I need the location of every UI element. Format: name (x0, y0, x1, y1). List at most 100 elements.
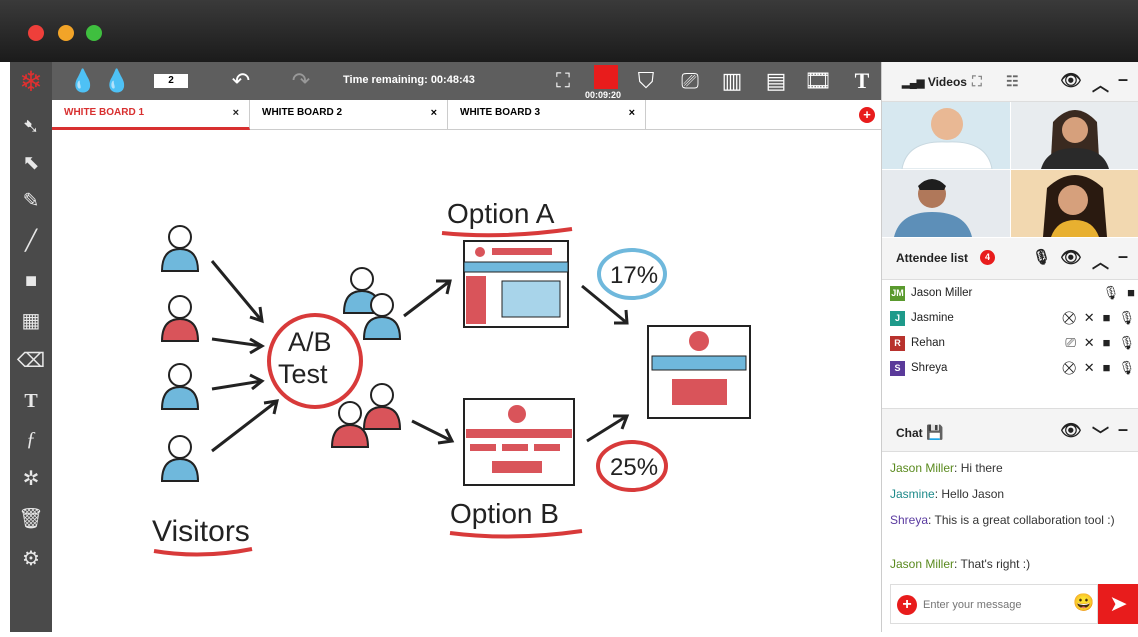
page-number-box[interactable]: 2 (154, 74, 188, 88)
table-tool-icon[interactable]: ▦ (16, 306, 46, 336)
microphone-icon[interactable]: 🎙 (1118, 335, 1135, 351)
pointer-arrow-icon[interactable]: ⬉ (16, 148, 46, 178)
visitors-label: Visitors (152, 515, 250, 548)
select-arrow-icon[interactable]: ➷ (16, 112, 46, 142)
camera-icon[interactable]: ■ (1127, 285, 1135, 301)
option-a-underline (441, 227, 573, 238)
camera-icon[interactable]: ■ (1103, 360, 1111, 376)
attendee-avatar: S (890, 360, 905, 376)
formula-tool-icon[interactable]: ƒ (16, 424, 46, 454)
attendee-avatar: J (890, 310, 905, 326)
tab-whiteboard-2[interactable]: WHITE BOARD 2 × (250, 100, 448, 130)
chat-input-box: + 😀 (890, 584, 1098, 624)
whiteboard-app: ❄ ➷ ⬉ ✎ ╱ ■ ▦ ⌫ T ƒ ✲ 🗑 ⚙ 💧 💧 2 ↶ ↷ Time… (10, 62, 1138, 632)
video-tile[interactable] (882, 170, 1010, 237)
trash-icon[interactable]: 🗑 (16, 504, 46, 534)
send-message-button[interactable]: ➤ (1098, 584, 1138, 624)
gear-icon[interactable]: ⚙ (16, 544, 46, 574)
whiteboard-canvas[interactable]: Visitors A/B Test Option A 17% 25% Optio… (52, 131, 881, 632)
eye-icon[interactable]: 👁 (1060, 248, 1082, 268)
mute-all-icon[interactable]: 🎙 (1032, 248, 1051, 266)
chevron-up-icon[interactable]: ︿ (1092, 248, 1109, 273)
minimize-window-button[interactable] (58, 25, 74, 41)
pct-a-label: 17% (610, 262, 658, 289)
attendee-avatar: JM (890, 285, 905, 301)
redo-icon[interactable]: ↷ (288, 67, 314, 95)
videos-title: ▂▄▆ Videos (902, 75, 967, 89)
minimize-icon[interactable]: – (1118, 246, 1128, 267)
chat-panel-header: Chat 💾 👁 ﹀ – (882, 408, 1138, 452)
pen-off-icon[interactable]: ✕ (1084, 310, 1095, 326)
record-button[interactable] (594, 65, 618, 89)
microphone-icon[interactable]: 🎙 (1103, 285, 1120, 301)
ab-test-label-line2: Test (278, 359, 328, 389)
attendee-avatar: R (890, 335, 905, 351)
chat-message: Shreya: This is a great collaboration to… (890, 512, 1138, 528)
line-tool-icon[interactable]: ╱ (16, 226, 46, 256)
eraser-icon[interactable]: ⌫ (16, 346, 46, 376)
attendee-row[interactable]: JM Jason Miller 🎙 ■ (890, 282, 1138, 304)
video-tile[interactable] (882, 102, 1010, 169)
minimize-icon[interactable]: – (1118, 419, 1128, 440)
poll-chart-icon[interactable]: ▥ (718, 67, 746, 95)
eye-icon[interactable]: 👁 (1060, 71, 1082, 91)
whiteboard-tabs: WHITE BOARD 1 × WHITE BOARD 2 × WHITE BO… (52, 100, 881, 130)
microphone-icon[interactable]: 🎙 (1118, 310, 1135, 326)
maximize-window-button[interactable] (86, 25, 102, 41)
pen-off-icon[interactable]: ✕ (1084, 360, 1095, 376)
save-icon[interactable]: 💾 (926, 424, 943, 440)
tab-whiteboard-3[interactable]: WHITE BOARD 3 × (448, 100, 646, 130)
close-tab-icon[interactable]: × (431, 100, 437, 126)
pen-off-icon[interactable]: ✕ (1084, 335, 1095, 351)
attendee-title: Attendee list (896, 251, 969, 265)
option-b-page-mockup (463, 398, 575, 486)
chat-sender: Jason Miller (890, 461, 955, 475)
microphone-icon[interactable]: 🎙 (1118, 360, 1135, 376)
text-tool-icon[interactable]: T (16, 386, 46, 416)
chat-message-input[interactable] (923, 595, 1063, 615)
close-window-button[interactable] (28, 25, 44, 41)
chevron-down-icon[interactable]: ﹀ (1092, 421, 1109, 446)
ab-test-label-line1: A/B (288, 327, 332, 357)
video-tile[interactable] (1011, 102, 1138, 169)
fill-color-icon[interactable]: 💧 (69, 67, 96, 95)
option-b-underline (449, 529, 583, 539)
tab-whiteboard-1[interactable]: WHITE BOARD 1 × (52, 100, 250, 130)
add-attachment-icon[interactable]: + (897, 595, 917, 615)
pen-tool-icon[interactable]: ✎ (16, 186, 46, 216)
add-tab-button[interactable]: + (859, 107, 875, 123)
screen-share-off-icon[interactable]: ⛒ (1062, 310, 1075, 326)
screen-share-icon[interactable]: ⎚ (676, 67, 704, 95)
camera-icon[interactable]: ■ (1103, 335, 1111, 351)
document-icon[interactable]: ▤ (762, 67, 790, 95)
shape-tool-icon[interactable]: ■ (16, 266, 46, 296)
chat-text: : Hi there (954, 461, 1003, 475)
eye-icon[interactable]: 👁 (1060, 421, 1082, 441)
undo-icon[interactable]: ↶ (228, 67, 254, 95)
attendee-row[interactable]: R Rehan ⎚ ✕ ■ 🎙 (890, 332, 1138, 354)
presentation-icon[interactable]: ⛉ (632, 67, 660, 95)
close-tab-icon[interactable]: × (629, 100, 635, 126)
attendee-count-badge: 4 (980, 250, 995, 265)
video-file-icon[interactable]: 🎞 (804, 67, 832, 95)
layout-icon[interactable]: ☷ (1006, 73, 1019, 90)
attendee-name: Jasmine (911, 312, 954, 324)
emoji-icon[interactable]: 😀 (1073, 593, 1094, 613)
attendee-row[interactable]: J Jasmine ⛒ ✕ ■ 🎙 (890, 307, 1138, 329)
chevron-up-icon[interactable]: ︿ (1092, 71, 1109, 96)
camera-icon[interactable]: ■ (1103, 310, 1111, 326)
shape-settings-icon[interactable]: ✲ (16, 464, 46, 494)
text-document-icon[interactable]: T (848, 67, 876, 95)
video-tile[interactable] (1011, 170, 1138, 237)
stroke-color-icon[interactable]: 💧 (103, 67, 130, 95)
fullscreen-icon[interactable]: ⛶ (550, 67, 576, 95)
chat-message: Jason Miller: That's right :) (890, 556, 1138, 572)
left-toolbar: ❄ ➷ ⬉ ✎ ╱ ■ ▦ ⌫ T ƒ ✲ 🗑 ⚙ (10, 62, 52, 632)
close-tab-icon[interactable]: × (233, 100, 239, 126)
tab-label: WHITE BOARD 2 (262, 107, 342, 118)
minimize-icon[interactable]: – (1118, 69, 1128, 90)
attendee-row[interactable]: S Shreya ⛒ ✕ ■ 🎙 (890, 357, 1138, 379)
expand-icon[interactable]: ⛶ (972, 73, 982, 90)
screen-share-off-icon[interactable]: ⛒ (1062, 360, 1075, 376)
screen-share-icon[interactable]: ⎚ (1065, 335, 1075, 351)
